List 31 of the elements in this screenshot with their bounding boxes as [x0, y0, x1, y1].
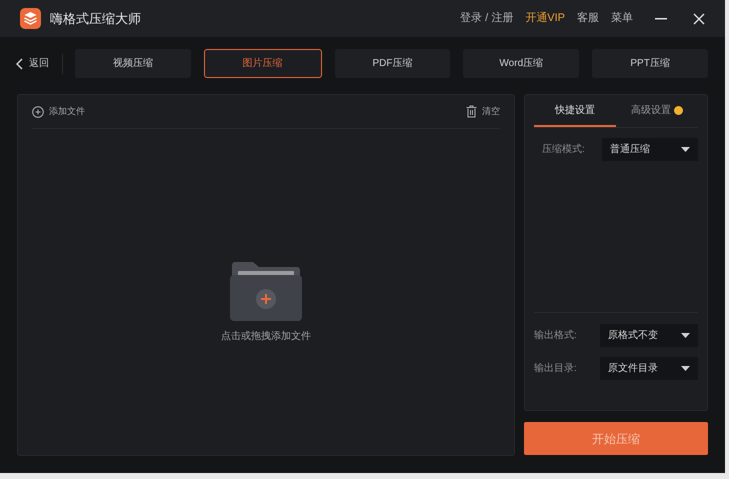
logo-icon: [20, 8, 41, 29]
drop-hint: 点击或拖拽添加文件: [221, 330, 311, 344]
trash-icon: [466, 105, 477, 118]
add-folder-icon[interactable]: [230, 260, 302, 320]
add-file-button[interactable]: 添加文件: [32, 104, 85, 118]
caret-icon: [681, 366, 690, 371]
field-label: 输出格式:: [534, 328, 578, 343]
caret-icon: [681, 333, 690, 338]
tab[interactable]: 视频压缩: [75, 49, 191, 78]
header-link[interactable]: 开通VIP: [525, 10, 565, 27]
field-label: 输出目录:: [534, 362, 578, 376]
settings-tab[interactable]: 快捷设置: [534, 95, 616, 127]
dropdown[interactable]: 原格式不变: [600, 324, 698, 347]
clear-button[interactable]: 清空: [466, 104, 500, 118]
header-link[interactable]: 客服: [577, 10, 599, 27]
header-link[interactable]: 登录 / 注册: [460, 10, 514, 27]
tab[interactable]: PPT压缩: [592, 49, 708, 78]
minimize-icon[interactable]: [655, 18, 667, 20]
settings-tab[interactable]: 高级设置: [616, 95, 698, 127]
dropdown[interactable]: 原文件目录: [600, 357, 698, 380]
header-link[interactable]: 菜单: [611, 10, 633, 27]
dropdown[interactable]: 普通压缩: [602, 138, 698, 161]
tab[interactable]: 图片压缩: [204, 49, 322, 78]
tab[interactable]: PDF压缩: [334, 49, 450, 78]
field-label: 压缩模式:: [542, 142, 586, 157]
back-button[interactable]: 返回: [16, 56, 49, 71]
add-icon: [32, 106, 44, 118]
caret-icon: [681, 147, 690, 152]
tab[interactable]: Word压缩: [463, 49, 580, 78]
close-icon[interactable]: [693, 12, 705, 24]
app-title: 嗨格式压缩大师: [50, 10, 141, 28]
